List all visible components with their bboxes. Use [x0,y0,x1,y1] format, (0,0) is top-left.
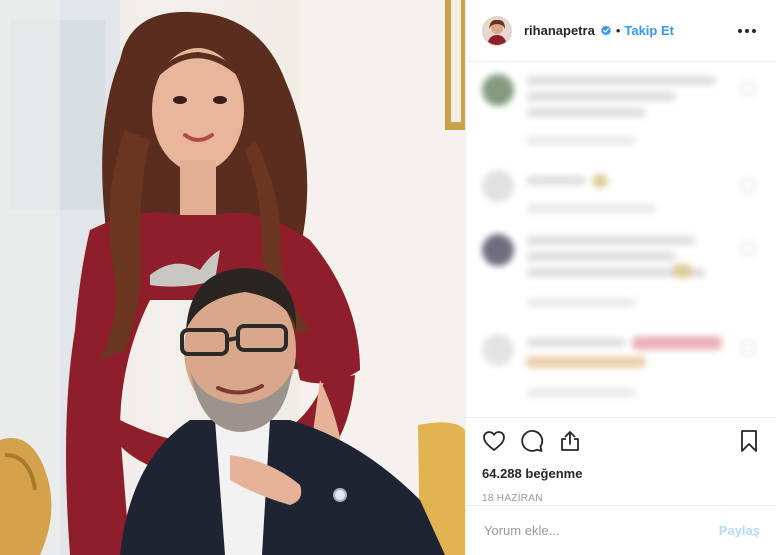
list-item [482,74,760,164]
post-header: rihanapetra • Takip Et [466,0,776,62]
follow-button[interactable]: Takip Et [624,23,674,38]
avatar[interactable] [482,15,512,46]
share-upload-icon[interactable] [558,429,582,453]
post-actions: 64.288 beğenme 18 HAZİRAN [466,417,776,504]
add-comment-form: Paylaş [466,505,776,555]
comments-list[interactable] [466,62,776,417]
username[interactable]: rihanapetra [524,23,595,38]
heart-icon[interactable] [482,429,506,453]
header-separator: • [615,23,621,38]
likes-count[interactable]: 64.288 beğenme [482,466,760,481]
verified-badge-icon [600,25,612,37]
likes-label: beğenme [525,466,583,481]
list-item [482,170,760,240]
list-item [482,334,760,414]
list-item [482,234,760,324]
more-options-icon[interactable] [734,25,760,37]
comment-input[interactable] [482,522,719,539]
post-side-panel: rihanapetra • Takip Et 64.288 beğenme 18… [465,0,776,555]
post-comment-button[interactable]: Paylaş [719,523,760,538]
comment-bubble-icon[interactable] [520,429,544,453]
likes-number: 64.288 [482,466,522,481]
post-photo[interactable] [0,0,465,555]
post-date: 18 HAZİRAN [482,493,543,504]
bookmark-icon[interactable] [738,429,760,453]
post-photo-illustration [0,0,465,555]
instagram-post: rihanapetra • Takip Et 64.288 beğenme 18… [0,0,776,555]
